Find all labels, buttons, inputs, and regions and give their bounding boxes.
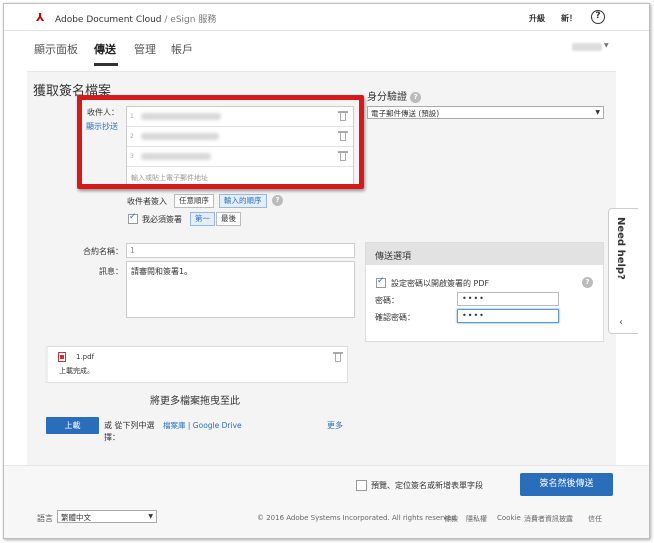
adobe-logo-icon: ⅄ (36, 11, 45, 24)
more-sources-link[interactable]: 更多 (327, 420, 343, 431)
sign-first-button[interactable]: 第一 (190, 212, 215, 226)
app-suffix: / eSign 服務 (161, 15, 217, 25)
upload-status: 上載完成。 (59, 367, 94, 375)
upgrade-link[interactable]: 升級 (529, 13, 545, 24)
need-help-label: Need help? (615, 217, 626, 280)
tab-account[interactable]: 帳戶 (171, 41, 193, 57)
chevron-left-icon[interactable]: ‹ (619, 317, 623, 328)
password-option-label: 設定密碼以開啟簽署的 PDF (391, 279, 490, 288)
password-input[interactable]: •••• (457, 292, 559, 306)
active-tab-indicator (94, 63, 118, 66)
preview-label: 預覽、定位簽名或新增表單字段 (371, 481, 483, 490)
tab-send[interactable]: 傳送 (94, 41, 116, 57)
pdf-file-icon (58, 352, 66, 362)
must-sign-label: 我必須簽署 (142, 215, 182, 224)
tab-manage[interactable]: 管理 (134, 41, 156, 57)
top-bar: ⅄ Adobe Document Cloud / eSign 服務 升級 新！ … (4, 4, 649, 31)
user-menu[interactable] (572, 43, 602, 51)
must-sign-checkbox[interactable] (128, 212, 138, 224)
tab-dashboard[interactable]: 顯示面板 (34, 41, 78, 57)
order-entered-button[interactable]: 輸入的順序 (219, 194, 267, 208)
drop-hint: 將更多檔案拖曳至此 (150, 396, 240, 407)
trust-link[interactable]: 信任 (588, 514, 602, 524)
consumer-disclosure-link[interactable]: 消費者資訊披露 (524, 514, 573, 524)
highlight-annotation (77, 95, 364, 189)
upload-button[interactable]: 上載 (46, 417, 99, 434)
language-select[interactable]: 繁體中文 ▼ (57, 510, 157, 523)
app-title: Adobe Document Cloud / eSign 服務 (55, 12, 216, 25)
privacy-link[interactable]: 隱私權 (466, 514, 487, 524)
signing-order-label: 收件者簽入 (127, 197, 167, 206)
password-label: 密碼： (375, 296, 399, 305)
agreement-name-label: 合約名稱： (83, 247, 123, 256)
help-icon[interactable]: ? (410, 91, 422, 103)
help-icon[interactable]: ? (582, 277, 593, 288)
whats-new-link[interactable]: 新！ (561, 13, 577, 24)
agreement-name-input[interactable]: 1 (126, 243, 355, 258)
cookie-link[interactable]: Cookie (497, 514, 521, 522)
order-any-button[interactable]: 任意順序 (174, 194, 214, 208)
auth-title: 身分驗證 ? (367, 88, 422, 103)
or-select-label: 或 從下列中選擇： (104, 421, 155, 442)
app-name: Adobe Document Cloud (55, 15, 162, 25)
chevron-down-icon: ▼ (148, 513, 153, 520)
preview-checkbox[interactable] (356, 480, 367, 491)
chevron-down-icon[interactable]: ▼ (604, 42, 609, 49)
source-links: 檔案庫 | Google Drive (163, 421, 242, 430)
send-options-title: 傳送選項 (366, 243, 603, 265)
chevron-down-icon: ▼ (595, 109, 600, 116)
language-label: 語言 (37, 514, 53, 523)
sign-and-send-button[interactable]: 簽名然後傳送 (520, 473, 613, 496)
confirm-password-label: 確認密碼： (375, 313, 415, 322)
file-item: 1.pdf 上載完成。 (45, 346, 348, 383)
help-icon[interactable]: ? (591, 10, 605, 24)
google-drive-link[interactable]: Google Drive (193, 421, 242, 430)
library-link[interactable]: 檔案庫 (163, 421, 186, 430)
need-help-tab[interactable]: Need help? ‹ (608, 208, 638, 334)
file-name: 1.pdf (76, 353, 95, 361)
message-textarea[interactable]: 請審閱和簽署1。 (126, 261, 355, 318)
main-nav: 顯示面板 傳送 管理 帳戶 ▼ (4, 32, 649, 66)
copyright: © 2016 Adobe Systems Incorporated. All r… (257, 514, 459, 522)
sign-last-button[interactable]: 最後 (216, 212, 241, 226)
message-label: 訊息： (99, 267, 123, 276)
terms-link[interactable]: 條款 (444, 514, 458, 524)
confirm-password-input[interactable]: •••• (457, 309, 559, 323)
trash-icon[interactable] (333, 352, 343, 362)
help-icon[interactable]: ? (272, 195, 283, 206)
password-checkbox[interactable] (376, 276, 386, 288)
auth-method-select[interactable]: 電子郵件傳送 (預設) ▼ (367, 106, 604, 119)
